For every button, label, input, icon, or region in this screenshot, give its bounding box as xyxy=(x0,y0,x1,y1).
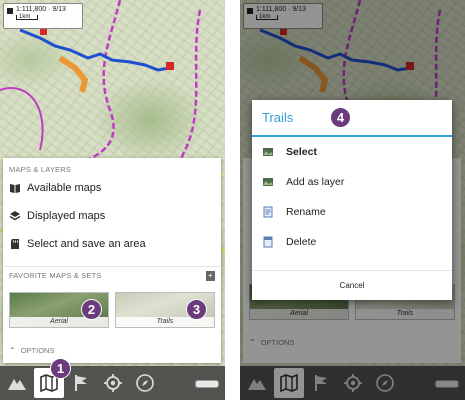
trails-dialog: Trails Select Add as layer Rename Delete… xyxy=(252,100,452,300)
tool-compass[interactable] xyxy=(130,368,160,398)
gps-target-icon xyxy=(104,374,122,392)
dialog-item-label: Select xyxy=(286,146,317,158)
select-map-icon xyxy=(263,148,273,156)
section-label-favorites: FAVORITE MAPS & SETS xyxy=(9,271,102,280)
mountain-icon xyxy=(8,379,26,390)
menu-item-label: Select and save an area xyxy=(27,238,146,250)
layers-icon xyxy=(9,210,21,222)
book-icon xyxy=(9,182,21,194)
tool-gps[interactable] xyxy=(98,368,128,398)
rename-icon xyxy=(263,206,273,218)
dialog-item-label: Add as layer xyxy=(286,176,345,188)
dialog-title: Trails xyxy=(252,100,452,137)
map-scale-icon xyxy=(7,8,13,14)
menu-item-label: Available maps xyxy=(27,182,102,194)
callout-badge-3: 3 xyxy=(186,299,207,320)
dialog-item-rename[interactable]: Rename xyxy=(252,197,452,227)
callout-badge-4: 4 xyxy=(330,107,351,128)
menu-item-select-save-area[interactable]: Select and save an area xyxy=(3,230,221,258)
menu-item-label: Displayed maps xyxy=(27,210,106,222)
favorites-header: FAVORITE MAPS & SETS xyxy=(3,266,221,284)
add-layer-icon xyxy=(263,178,273,186)
dialog-item-delete[interactable]: Delete xyxy=(252,227,452,257)
dialog-item-add-as-layer[interactable]: Add as layer xyxy=(252,167,452,197)
section-label-maps-layers: MAPS & LAYERS xyxy=(9,165,72,174)
compass-icon xyxy=(136,374,154,392)
add-bookmark-icon[interactable] xyxy=(206,270,215,281)
menu-item-available-maps[interactable]: Available maps xyxy=(3,174,221,202)
options-label: OPTIONS xyxy=(20,345,55,355)
expand-chevron-icon: ⌃ xyxy=(9,345,16,355)
menu-item-displayed-maps[interactable]: Displayed maps xyxy=(3,202,221,230)
dialog-item-label: Rename xyxy=(286,206,326,218)
maps-layers-panel: MAPS & LAYERS Available maps Displayed m… xyxy=(3,158,221,363)
options-toggle[interactable]: ⌃ OPTIONS xyxy=(3,340,221,360)
callout-badge-2: 2 xyxy=(81,299,102,320)
scale-bar: 1km xyxy=(16,14,38,20)
delete-icon xyxy=(263,236,273,248)
scale-text: 1:111,800 · 9/13 xyxy=(16,6,66,13)
flag-icon xyxy=(75,375,87,391)
map-scale-box: 1:111,800 · 9/13 1km xyxy=(3,3,83,29)
cancel-button[interactable]: Cancel xyxy=(252,270,452,300)
right-screenshot: 1:111,800 · 9/13 1km Aerial Trails ⌃ OPT… xyxy=(240,0,465,400)
tool-waypoint[interactable] xyxy=(66,368,96,398)
zoom-handle[interactable] xyxy=(195,380,219,388)
dialog-item-label: Delete xyxy=(286,236,317,248)
callout-badge-1: 1 xyxy=(50,358,71,379)
bottom-toolbar xyxy=(0,366,225,400)
left-screenshot: 1:111,800 · 9/13 1km MAPS & LAYERS Avail… xyxy=(0,0,225,400)
sd-card-icon xyxy=(9,238,21,250)
tool-mountain[interactable] xyxy=(2,368,32,398)
dialog-item-select[interactable]: Select xyxy=(252,137,452,167)
